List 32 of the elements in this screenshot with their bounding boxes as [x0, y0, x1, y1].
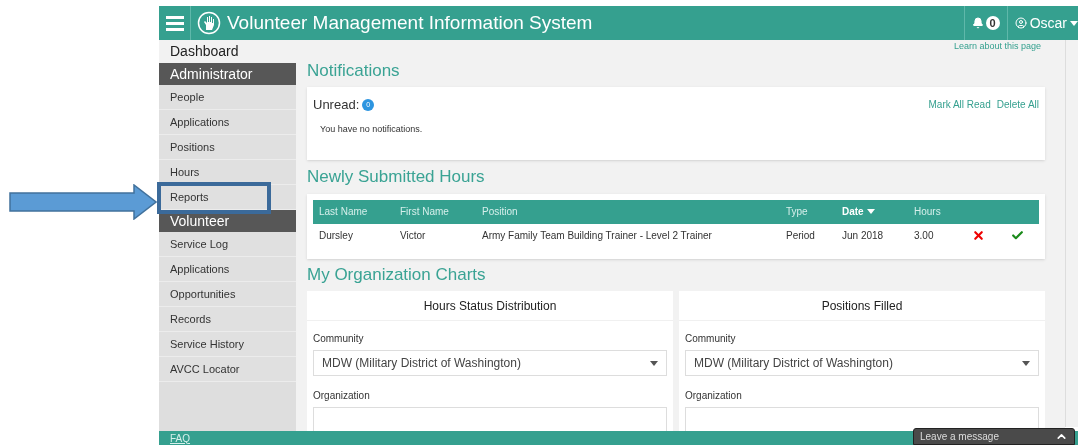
chart-title: Positions Filled	[821, 297, 903, 315]
chat-widget[interactable]: Leave a message	[913, 428, 1075, 445]
table-cell: Jun 2018	[842, 230, 884, 242]
field-label: Community	[313, 332, 365, 346]
table-cell: Army Family Team Building Trainer - Level 2 Trainer	[482, 230, 712, 242]
section-title: Notifications	[307, 59, 401, 82]
caret-icon	[1022, 360, 1030, 366]
unread-label: Unread:	[313, 96, 360, 115]
field-label: Organization	[685, 389, 743, 403]
table-cell: Period	[786, 230, 815, 242]
scrollbar[interactable]	[1065, 40, 1078, 427]
reject-icon[interactable]	[972, 229, 985, 243]
section-title: My Organization Charts	[307, 264, 487, 287]
table-cell: Victor	[400, 230, 426, 242]
table-cell: Dursley	[319, 230, 353, 242]
sort-caret-icon	[866, 209, 875, 215]
organization-select[interactable]	[685, 407, 1039, 433]
notifications-message: You have no notifications.	[320, 122, 424, 136]
chart-title: Hours Status Distribution	[423, 297, 557, 315]
hand-logo-icon	[197, 11, 221, 35]
user-icon	[1014, 17, 1027, 29]
field-label: Community	[685, 332, 737, 346]
bell-icon	[971, 17, 984, 29]
table-cell: 3.00	[914, 230, 934, 242]
caret-icon	[1070, 20, 1078, 26]
field-label: Organization	[313, 389, 371, 403]
community-select[interactable]: MDW (Military District of Washington)	[685, 350, 1039, 376]
app-title: Volunteer Management Information System	[227, 10, 593, 35]
community-select[interactable]: MDW (Military District of Washington)	[313, 350, 667, 376]
caret-icon	[650, 360, 658, 366]
sidebar-section-header: Administrator	[159, 63, 296, 85]
section-title: Newly Submitted Hours	[307, 166, 486, 189]
